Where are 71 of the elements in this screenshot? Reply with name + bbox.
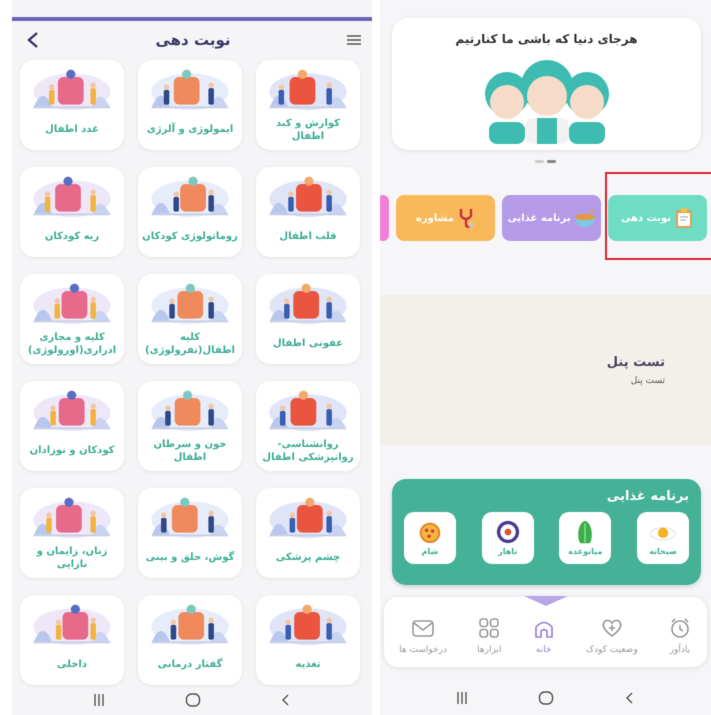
quick-action-button[interactable]: نوبت دهی xyxy=(608,195,707,241)
nav-tab[interactable]: ابزارها xyxy=(477,616,502,654)
specialty-label: کوارش و کبد اطفال xyxy=(275,117,341,144)
specialty-label: غدد اطفال xyxy=(45,123,99,138)
specialty-card[interactable]: گفتار درمانی xyxy=(138,594,242,685)
specialty-label: چشم پزشکی xyxy=(276,551,340,566)
home-button-icon[interactable] xyxy=(538,690,554,706)
screen-title: نوبت دهی xyxy=(155,31,231,50)
nav-tab[interactable]: خانه xyxy=(532,616,556,654)
specialty-label: زنان، زایمان و نازایی xyxy=(35,545,108,572)
specialty-card[interactable]: کلیه اطفال(نفرولوژی) xyxy=(138,274,242,364)
specialty-label: تغذیه xyxy=(296,658,320,672)
test-panel[interactable]: تست پنل تست پنل xyxy=(380,295,711,445)
meal-tile[interactable]: شام xyxy=(404,512,456,564)
home-button-icon[interactable] xyxy=(184,692,201,708)
specialty-card[interactable]: داخلی xyxy=(20,594,124,685)
panel-title: تست پنل xyxy=(606,354,665,370)
banner-text: هرجای دنیا که باشی ما کنارتیم xyxy=(455,32,638,46)
meal-tile[interactable]: ناهار xyxy=(482,512,534,564)
specialty-label: روماتولوژی کودکان xyxy=(142,230,238,244)
quick-action-button[interactable]: برنامه غذایی xyxy=(502,195,601,241)
specialty-label: ریه کودکان xyxy=(44,230,100,244)
specialty-label: گوش، حلق و بینی xyxy=(146,550,234,566)
specialty-card[interactable]: کلیه و مجاری ادراری(اورولوژی) xyxy=(20,274,124,364)
specialty-card[interactable]: زنان، زایمان و نازایی xyxy=(20,488,124,578)
specialty-label: عفونی اطفال xyxy=(272,337,344,352)
clipboard-icon xyxy=(674,207,694,229)
specialty-label: داخلی xyxy=(57,658,87,672)
specialty-card[interactable]: روانشناسی-روانپزشکی اطفال xyxy=(256,380,360,471)
specialty-card[interactable]: تغذیه xyxy=(256,594,360,685)
banner-card[interactable]: هرجای دنیا که باشی ما کنارتیم xyxy=(392,18,701,150)
soup-bowl-icon xyxy=(574,208,596,228)
panel-subtitle: تست پنل xyxy=(630,376,665,386)
specialty-label: قلب اطفال xyxy=(279,230,337,244)
recent-apps-icon[interactable] xyxy=(92,692,106,707)
nav-tab[interactable]: یادآور xyxy=(668,616,692,654)
specialty-card[interactable]: عفونی اطفال xyxy=(256,274,360,364)
specialty-card[interactable]: کودکان و نوزادان xyxy=(20,380,124,471)
nav-indicator xyxy=(524,596,568,606)
specialty-card[interactable]: چشم پزشکی xyxy=(256,488,360,578)
specialty-card[interactable]: خون و سرطان اطفال xyxy=(138,380,242,471)
specialty-card[interactable]: قلب اطفال xyxy=(256,166,360,257)
quick-action-button[interactable]: مشاوره xyxy=(396,195,495,241)
specialty-label: کلیه و مجاری ادراری(اورولوژی) xyxy=(26,331,118,358)
plate-icon xyxy=(494,520,521,544)
meal-label: ناهار xyxy=(498,547,518,556)
specialty-card[interactable]: غدد اطفال xyxy=(20,60,124,150)
stethoscope-icon xyxy=(457,207,475,229)
specialty-label: گفتار درمانی xyxy=(158,657,222,672)
pizza-icon xyxy=(417,520,444,544)
specialty-label: کودکان و نوزادان xyxy=(30,444,114,458)
grid-icon xyxy=(477,616,502,640)
menu-icon[interactable] xyxy=(346,34,362,46)
specialty-label: خون و سرطان اطفال xyxy=(152,438,228,465)
specialty-label: روانشناسی-روانپزشکی اطفال xyxy=(261,438,355,465)
recent-apps-icon[interactable] xyxy=(454,691,469,705)
meal-label: میانوعده xyxy=(568,547,602,556)
nav-tab[interactable]: درخواست ها xyxy=(399,616,447,654)
specialty-label: ایمولوژی و آلرژی xyxy=(146,122,234,138)
specialty-card[interactable]: ریه کودکان xyxy=(20,166,124,257)
meal-tile[interactable]: صبحانه xyxy=(637,512,689,564)
specialty-card[interactable]: ایمولوژی و آلرژی xyxy=(138,60,242,150)
specialty-card[interactable]: کوارش و کبد اطفال xyxy=(256,60,360,150)
nav-tab[interactable]: وضعیت کودک xyxy=(586,616,638,654)
meal-label: شام xyxy=(422,547,438,556)
specialty-label: کلیه اطفال(نفرولوژی) xyxy=(144,331,236,358)
meal-tile[interactable]: میانوعده xyxy=(559,512,612,564)
meal-label: صبحانه xyxy=(649,547,677,556)
specialty-card[interactable]: روماتولوژی کودکان xyxy=(138,166,242,257)
diet-plan-title: برنامه غذایی xyxy=(606,489,689,504)
specialty-card[interactable]: گوش، حلق و بینی xyxy=(138,488,242,578)
